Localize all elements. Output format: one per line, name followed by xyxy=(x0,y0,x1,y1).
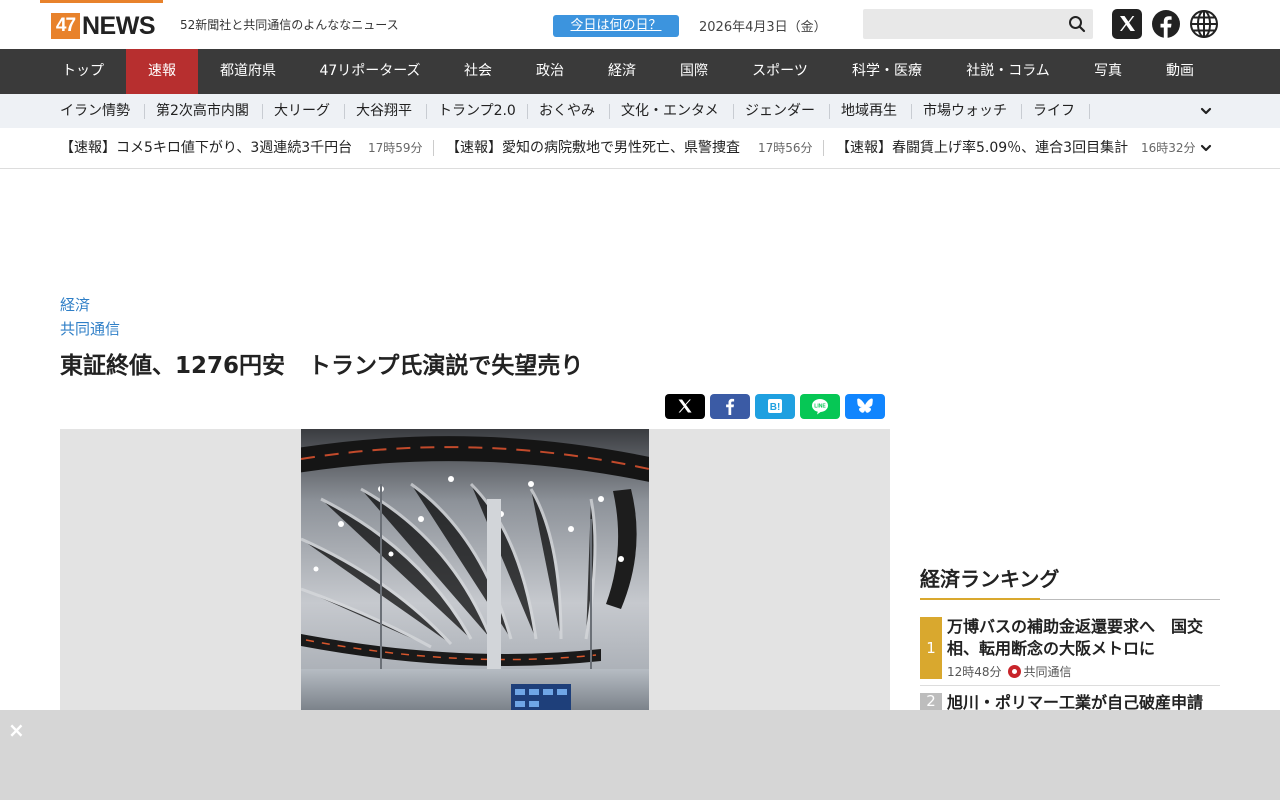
topic-divider xyxy=(1089,104,1090,119)
ticker-divider xyxy=(433,140,434,156)
ranking-item-link[interactable]: 万博バスの補助金返還要求へ 国交相、転用断念の大阪メトロに xyxy=(947,616,1219,660)
topic-item-ohtani[interactable]: 大谷翔平 xyxy=(356,94,412,128)
topic-divider xyxy=(911,104,912,119)
facebook-icon[interactable] xyxy=(1151,9,1181,39)
topic-item-market-watch[interactable]: 市場ウォッチ xyxy=(923,94,1007,128)
topic-divider xyxy=(527,104,528,119)
hatena-bookmark-icon: B! xyxy=(768,399,782,413)
site-logo[interactable]: 47 NEWS xyxy=(40,0,163,49)
nav-item-society[interactable]: 社会 xyxy=(442,49,514,94)
ranking-number: 2 xyxy=(920,693,942,710)
search-box xyxy=(863,9,1093,39)
breaking-news-ticker: 【速報】コメ5キロ値下がり、3週連続3千円台 17時59分 【速報】愛知の病院敷… xyxy=(0,128,1280,169)
svg-text:B!: B! xyxy=(770,402,781,413)
topic-navigation: イラン情勢 第2次高市内閣 大リーグ 大谷翔平 トランプ2.0 おくやみ 文化・… xyxy=(0,94,1280,128)
share-hatena-button[interactable]: B! xyxy=(755,394,795,419)
breaking-news-link[interactable]: 【速報】コメ5キロ値下がり、3週連続3千円台 xyxy=(60,128,352,168)
topic-item-gender[interactable]: ジェンダー xyxy=(745,94,815,128)
line-icon: LINE xyxy=(812,399,828,415)
search-input[interactable] xyxy=(863,9,1063,39)
topic-item-iran[interactable]: イラン情勢 xyxy=(60,94,130,128)
topic-divider xyxy=(144,104,145,119)
site-header: 47 NEWS 52新聞社と共同通信のよんななニュース 今日は何の日？ 2026… xyxy=(0,0,1280,49)
article-category-link[interactable]: 経済 xyxy=(60,294,90,315)
chevron-down-icon[interactable] xyxy=(1199,141,1213,155)
nav-item-science-medical[interactable]: 科学・医療 xyxy=(830,49,944,94)
ranking-accent-bar xyxy=(920,598,1040,600)
ticker-divider xyxy=(823,140,824,156)
breaking-news-time: 17時56分 xyxy=(758,141,813,155)
nav-item-editorials[interactable]: 社説・コラム xyxy=(944,49,1072,94)
nav-item-47reporters[interactable]: 47リポーターズ xyxy=(298,49,442,94)
ranking-number: 1 xyxy=(920,617,942,679)
article-title: 東証終値、1276円安 トランプ氏演説で失望売り xyxy=(60,353,584,379)
site-tagline: 52新聞社と共同通信のよんななニュース xyxy=(180,18,399,32)
nav-item-politics[interactable]: 政治 xyxy=(514,49,586,94)
stock-exchange-photo[interactable] xyxy=(301,429,649,719)
breaking-news-link[interactable]: 【速報】春闘賃上げ率5.09％、連合3回目集計 xyxy=(836,128,1128,168)
kyodo-logo-icon xyxy=(1007,665,1021,678)
nav-item-videos[interactable]: 動画 xyxy=(1144,49,1216,94)
logo-number: 47 xyxy=(51,13,80,39)
article-photo-frame xyxy=(60,429,890,719)
topic-item-obituaries[interactable]: おくやみ xyxy=(539,94,595,128)
topic-divider xyxy=(344,104,345,119)
topic-divider xyxy=(1021,104,1022,119)
nav-item-economy[interactable]: 経済 xyxy=(586,49,658,94)
nav-item-breaking[interactable]: 速報 xyxy=(126,49,198,94)
topic-item-life[interactable]: ライフ xyxy=(1033,94,1075,128)
x-icon[interactable] xyxy=(1112,9,1142,39)
breaking-news-time: 16時32分 xyxy=(1141,141,1196,155)
ranking-item-meta: 12時48分 共同通信 xyxy=(947,663,1072,680)
x-icon xyxy=(678,399,692,413)
today-in-history-button[interactable]: 今日は何の日？ xyxy=(553,15,679,37)
ranking-item-source: 共同通信 xyxy=(1023,665,1072,679)
nav-item-prefectures[interactable]: 都道府県 xyxy=(198,49,298,94)
share-facebook-button[interactable] xyxy=(710,394,750,419)
breaking-news-link[interactable]: 【速報】愛知の病院敷地で男性死亡、県警捜査 xyxy=(446,128,740,168)
facebook-icon xyxy=(726,398,735,415)
chevron-down-icon[interactable] xyxy=(1199,104,1213,118)
breaking-news-time: 17時59分 xyxy=(368,141,423,155)
logo-word: NEWS xyxy=(82,12,156,40)
bottom-ad-overlay: × xyxy=(0,710,1280,800)
topic-item-regional[interactable]: 地域再生 xyxy=(841,94,897,128)
share-line-button[interactable]: LINE xyxy=(800,394,840,419)
current-date: 2026年4月3日（金） xyxy=(699,20,827,35)
share-bluesky-button[interactable] xyxy=(845,394,885,419)
topic-divider xyxy=(733,104,734,119)
share-x-button[interactable] xyxy=(665,394,705,419)
topic-item-mlb[interactable]: 大リーグ xyxy=(274,94,330,128)
main-navigation: トップ 速報 都道府県 47リポーターズ 社会 政治 経済 国際 スポーツ 科学… xyxy=(0,49,1280,94)
search-icon[interactable] xyxy=(1067,14,1087,34)
topic-item-trump[interactable]: トランプ2.0 xyxy=(438,94,516,128)
nav-item-international[interactable]: 国際 xyxy=(658,49,730,94)
nav-item-photos[interactable]: 写真 xyxy=(1072,49,1144,94)
globe-icon[interactable] xyxy=(1189,9,1219,39)
nav-item-top[interactable]: トップ xyxy=(40,49,126,94)
ranking-title: 経済ランキング xyxy=(920,567,1060,591)
topic-divider xyxy=(609,104,610,119)
logo-accent-bar xyxy=(40,0,163,3)
svg-text:LINE: LINE xyxy=(814,404,826,410)
bluesky-icon xyxy=(857,398,873,413)
article-source-link[interactable]: 共同通信 xyxy=(60,318,120,339)
topic-item-takaichi-cabinet[interactable]: 第2次高市内閣 xyxy=(156,94,249,128)
close-icon[interactable]: × xyxy=(8,720,25,740)
topic-divider xyxy=(426,104,427,119)
topic-divider xyxy=(262,104,263,119)
ranking-item-time: 12時48分 xyxy=(947,665,1002,679)
topic-divider xyxy=(829,104,830,119)
nav-item-sports[interactable]: スポーツ xyxy=(730,49,830,94)
topic-item-culture[interactable]: 文化・エンタメ xyxy=(621,94,719,128)
ranking-item-divider xyxy=(920,685,1220,686)
